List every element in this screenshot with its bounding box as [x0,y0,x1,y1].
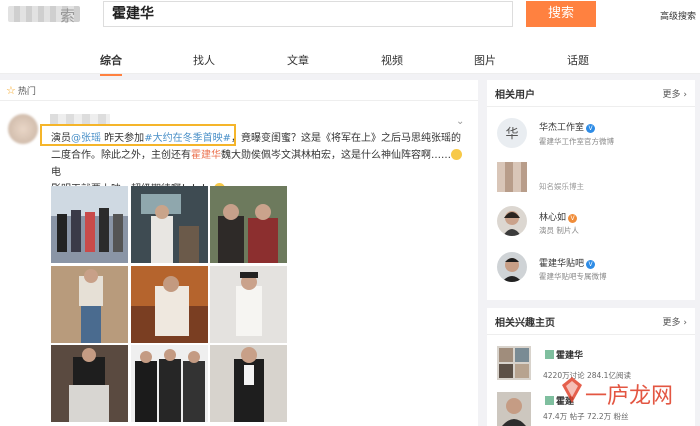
hot-filter[interactable]: ☆ 热门 [6,84,36,97]
svg-text:华: 华 [505,127,518,142]
search-button[interactable]: 搜索 [526,1,596,27]
tab-images[interactable]: 图片 [474,52,496,68]
post-image[interactable] [210,186,287,263]
user-name: 霍建华贴吧 [539,259,585,269]
divider [487,106,695,107]
interest-page-icon [545,350,554,359]
verified-badge-icon: V [586,260,596,269]
related-users-more-link[interactable]: 更多 › [663,87,687,100]
tab-topics[interactable]: 话题 [567,52,589,68]
related-users-title: 相关用户 [495,90,535,101]
verified-badge-icon: V [586,124,596,133]
watermark: 一庐龙网 [585,384,674,409]
post-image[interactable] [51,345,128,422]
post-text-segment: 魏大勋侯佩岑文淇林柏宏，这是什么神仙阵容啊…… [221,150,451,161]
author-avatar[interactable] [8,114,38,144]
topic-name-link[interactable]: 霍建华 [545,348,583,361]
result-tabs: 综合 找人 文章 视频 图片 话题 [0,44,700,76]
logo-text: 索 [60,7,76,25]
user-name-link[interactable]: 华杰工作室 V [539,120,596,133]
highlight-box [40,124,236,146]
user-description: 霍建华工作室官方微博 [539,137,614,146]
tab-all[interactable]: 综合 [100,52,122,76]
post-image[interactable] [210,266,287,343]
post-image[interactable] [51,266,128,343]
chevron-down-icon[interactable]: ⌄ [456,116,464,127]
avatar[interactable] [497,206,527,236]
verified-badge-icon: V [568,214,578,223]
related-interests-title: 相关兴趣主页 [495,318,555,329]
post-image[interactable] [131,266,208,343]
post-image[interactable] [210,345,287,422]
advanced-search-link[interactable]: 高级搜索 [660,9,696,22]
search-input[interactable]: 霍建华 [103,1,513,27]
related-users-panel: 相关用户 更多 › 华 华杰工作室 V 霍建华工作室官方微博 知名娱乐博主 林心如… [487,80,695,300]
post-image[interactable] [131,186,208,263]
tab-videos[interactable]: 视频 [381,52,403,68]
post-image[interactable] [131,345,208,422]
post-text-segment: 电 [51,167,61,178]
topic-name: 霍建华 [556,351,584,361]
related-interests-more-link[interactable]: 更多 › [663,315,687,328]
top-bar: 索 霍建华 搜索 高级搜索 [0,0,700,44]
user-description: 知名娱乐博主 [539,182,584,191]
divider [487,334,695,335]
feed-panel: ☆ 热门 ⌄ 演员@张瑶 昨天参加#大约在冬季首映#，竟曝变闺蜜？这是《将军在上》… [0,80,478,426]
avatar[interactable] [497,252,527,282]
tab-people[interactable]: 找人 [193,52,215,68]
avatar[interactable] [497,162,527,192]
tab-articles[interactable]: 文章 [287,52,309,68]
user-description: 霍建华贴吧专属微博 [539,272,607,281]
user-name: 华杰工作室 [539,123,585,133]
topic-thumbnail[interactable] [497,346,531,380]
topic-stats: 47.4万 帖子 72.2万 粉丝 [543,412,629,421]
name-link[interactable]: 霍建华 [191,150,221,161]
user-name: 林心如 [539,213,567,223]
user-description: 演员 制片人 [539,226,579,235]
user-name-link[interactable]: 林心如 V [539,210,578,223]
interest-page-icon [545,396,554,405]
post-image[interactable] [51,186,128,263]
star-icon: ☆ [6,84,16,97]
hot-label: 热门 [17,87,36,97]
divider [0,100,478,101]
user-name-link[interactable]: 霍建华贴吧 V [539,256,596,269]
watermark-logo-icon [562,377,582,403]
post-text-segment: 二度合作。除此之外，主创还有 [51,150,191,161]
author-name[interactable] [50,114,110,124]
topic-thumbnail[interactable] [497,392,531,426]
post-text-segment: ，竟曝变闺蜜？这是《将军在上》之后马思纯张瑶的 [230,133,461,144]
laugh-emoji-icon [451,149,462,160]
avatar[interactable]: 华 [497,118,527,148]
